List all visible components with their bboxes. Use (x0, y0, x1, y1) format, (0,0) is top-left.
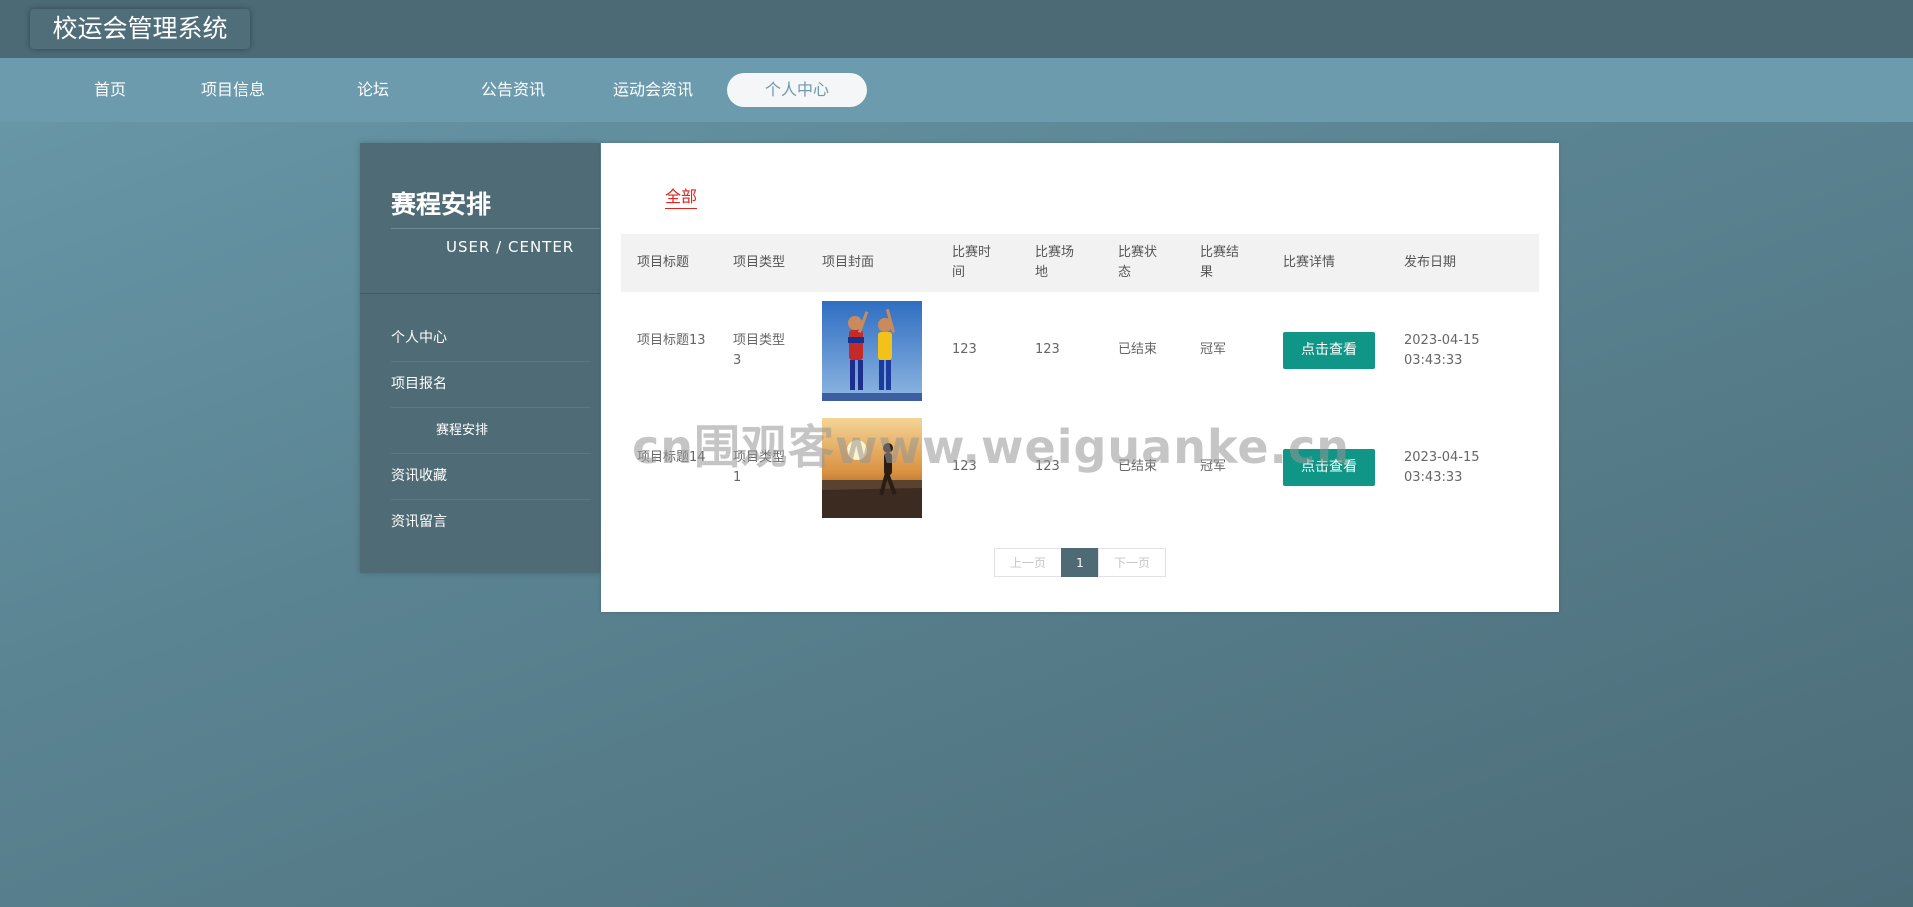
nav-project-info[interactable]: 项目信息 (183, 74, 283, 106)
column-header-venue: 比赛场地 (1035, 245, 1075, 280)
cell-type: 项目类型3 (733, 333, 786, 368)
cover-image (822, 301, 922, 401)
cell-date: 2023-04-15 03:43:33 (1404, 333, 1480, 368)
pagination-next-button[interactable]: 下一页 (1098, 548, 1166, 577)
cover-image (822, 418, 922, 518)
cell-time: 123 (952, 342, 977, 357)
column-header-title: 项目标题 (637, 255, 690, 270)
sidebar-item-user-center[interactable]: 个人中心 (391, 316, 591, 362)
column-header-date: 发布日期 (1404, 255, 1457, 270)
column-header-time: 比赛时间 (952, 245, 992, 280)
sidebar-item-project-signup[interactable]: 项目报名 (391, 362, 591, 408)
sidebar-divider (360, 293, 600, 294)
column-header-status: 比赛状态 (1118, 245, 1158, 280)
cell-venue: 123 (1035, 342, 1060, 357)
cell-title: 项目标题13 (637, 333, 706, 348)
sidebar-item-schedule[interactable]: 赛程安排 (391, 408, 591, 454)
soccer-players-image (822, 301, 922, 401)
pagination-prev-button[interactable]: 上一页 (994, 548, 1062, 577)
column-header-cover: 项目封面 (822, 255, 875, 270)
main-nav: 首页 项目信息 论坛 公告资讯 运动会资讯 个人中心 (0, 58, 1913, 122)
cell-status: 已结束 (1118, 459, 1158, 474)
cell-status: 已结束 (1118, 342, 1158, 357)
cell-type: 项目类型1 (733, 450, 786, 485)
top-bar: 校运会管理系统 (0, 0, 1913, 58)
cell-date: 2023-04-15 03:43:33 (1404, 450, 1480, 485)
tab-all[interactable]: 全部 (665, 183, 698, 209)
column-header-result: 比赛结果 (1200, 245, 1240, 280)
cell-venue: 123 (1035, 459, 1060, 474)
cell-time: 123 (952, 459, 977, 474)
app-title: 校运会管理系统 (30, 9, 250, 49)
nav-forum[interactable]: 论坛 (323, 74, 423, 106)
column-header-detail: 比赛详情 (1283, 255, 1336, 270)
cell-result: 冠军 (1200, 342, 1227, 357)
view-details-button[interactable]: 点击查看 (1283, 332, 1375, 369)
column-header-type: 项目类型 (733, 255, 786, 270)
sidebar-subtitle: USER / CENTER (446, 238, 575, 256)
runner-sunset-image (822, 418, 922, 518)
sidebar-title-divider (391, 228, 600, 229)
nav-sports-news[interactable]: 运动会资讯 (603, 74, 703, 106)
sidebar: 赛程安排 USER / CENTER 个人中心 项目报名 赛程安排 资讯收藏 资… (360, 143, 600, 573)
nav-home[interactable]: 首页 (60, 74, 160, 106)
cell-title: 项目标题14 (637, 450, 706, 465)
pagination-page-1[interactable]: 1 (1061, 548, 1099, 577)
content-panel: 全部 项目标题 项目类型 项目封面 比赛时间 比赛场地 比赛状态 比赛结果 比赛… (601, 143, 1559, 612)
nav-announcements[interactable]: 公告资讯 (463, 74, 563, 106)
nav-user-center[interactable]: 个人中心 (727, 73, 867, 107)
sidebar-title: 赛程安排 (391, 190, 492, 219)
table-header: 项目标题 项目类型 项目封面 比赛时间 比赛场地 比赛状态 比赛结果 比赛详情 … (621, 234, 1539, 292)
view-details-button[interactable]: 点击查看 (1283, 449, 1375, 486)
cell-result: 冠军 (1200, 459, 1227, 474)
sidebar-item-news-favorites[interactable]: 资讯收藏 (391, 454, 591, 500)
sidebar-item-news-comments[interactable]: 资讯留言 (391, 500, 591, 545)
